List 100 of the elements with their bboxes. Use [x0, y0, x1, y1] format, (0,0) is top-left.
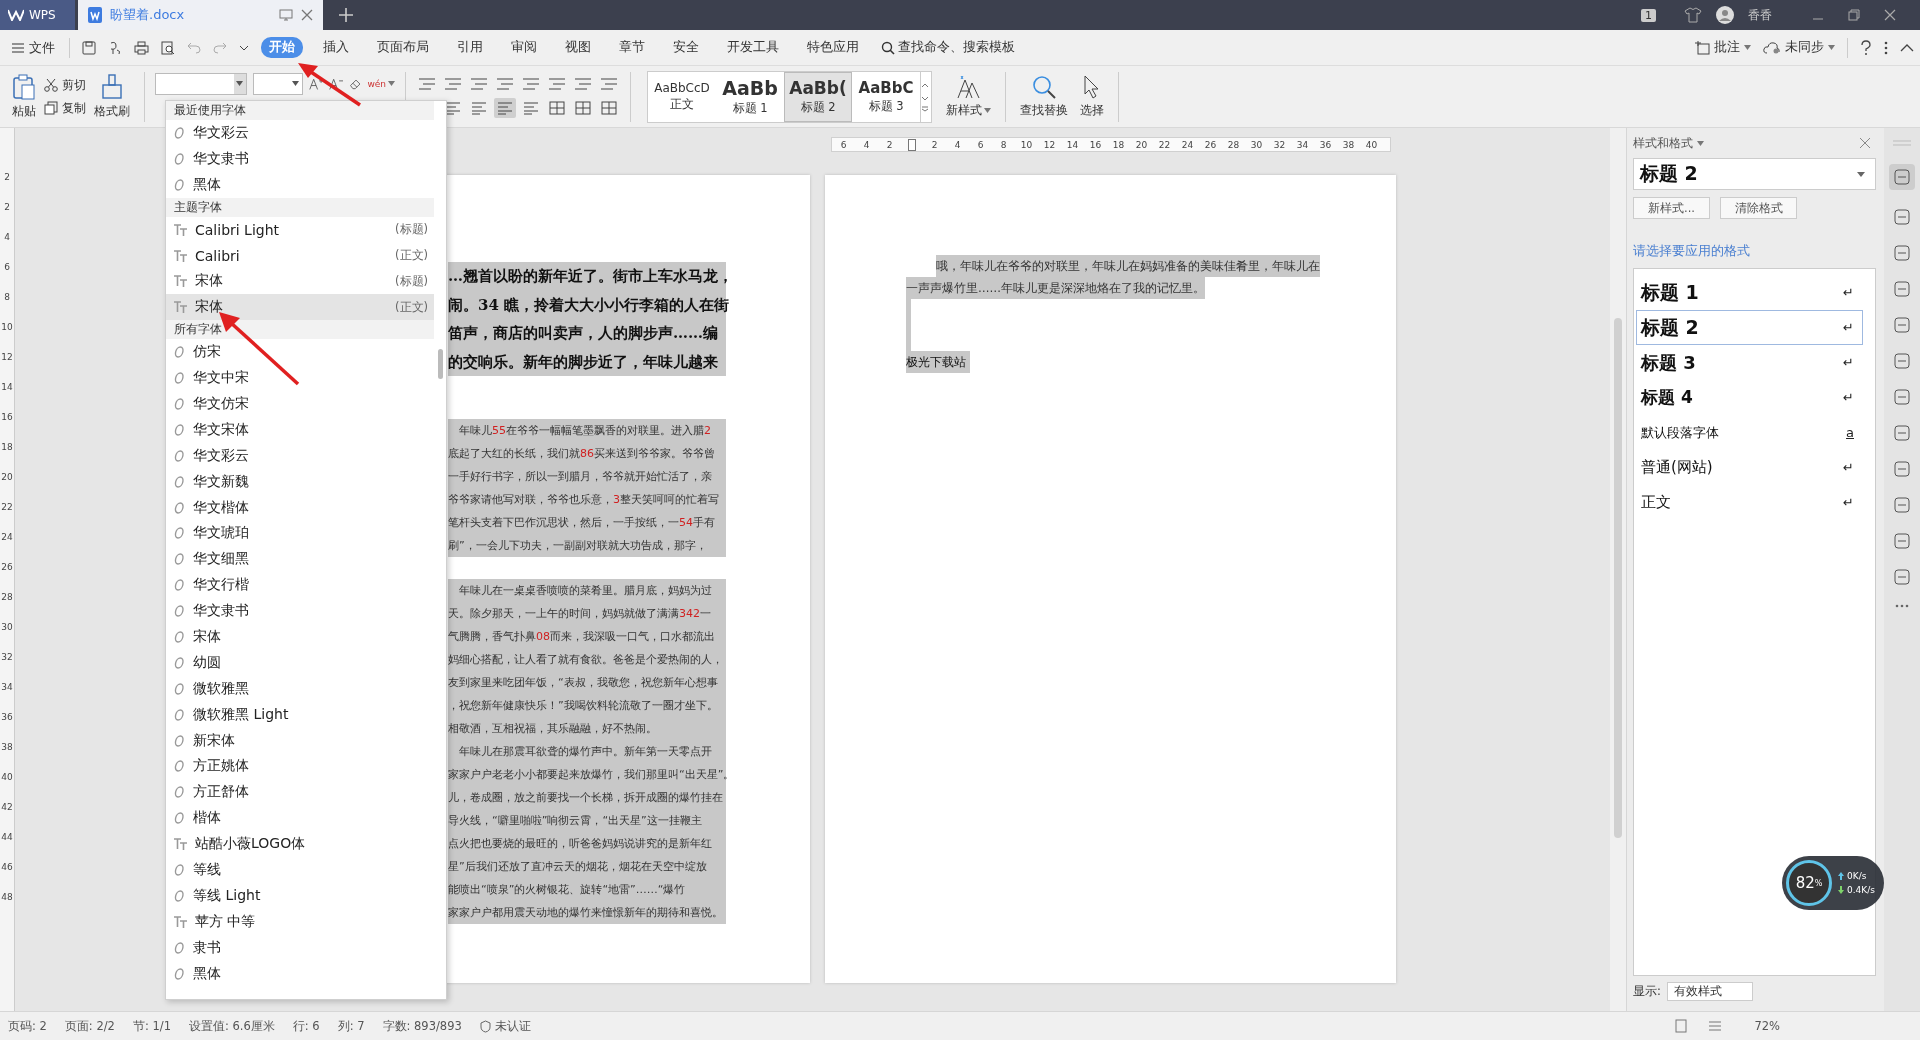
font-option[interactable]: 华文隶书 — [166, 598, 434, 625]
font-option[interactable]: 等线 Light — [166, 882, 434, 909]
restore-icon[interactable] — [1848, 9, 1860, 21]
style-preset[interactable]: AaBbC 标题 3 — [852, 71, 920, 122]
font-option[interactable]: 华文宋体 — [166, 416, 434, 443]
collapse-icon[interactable] — [1900, 43, 1914, 52]
font-option[interactable]: 微软雅黑 Light — [166, 701, 434, 728]
font-option[interactable]: 华文琥珀 — [166, 520, 434, 547]
panel-title[interactable]: 样式和格式 — [1633, 135, 1693, 151]
scrollbar-thumb[interactable] — [438, 349, 443, 379]
redo-icon[interactable] — [213, 41, 227, 54]
ribbon-tab[interactable]: 审阅 — [503, 37, 545, 58]
print-icon[interactable] — [134, 40, 149, 55]
pinyin-button[interactable]: wén — [367, 78, 395, 89]
style-item[interactable]: 正文 ↵ — [1636, 485, 1863, 520]
style-item[interactable]: 默认段落字体 a — [1636, 415, 1863, 450]
font-option[interactable]: 宋体 — [166, 624, 434, 650]
shirt-icon[interactable] — [1684, 7, 1702, 23]
horizontal-ruler[interactable]: 6 4 2 2 4 6 8 10 12 14 16 18 20 22 24 26 28 30 32 34 36 38 40 — [831, 137, 1391, 152]
sync-button[interactable]: 未同步 — [1763, 39, 1835, 56]
show-dropdown[interactable]: 有效样式 — [1666, 982, 1753, 1001]
indent-marker-icon[interactable] — [908, 138, 916, 151]
style-item[interactable]: 标题 2 ↵ — [1636, 310, 1863, 345]
format-painter-button[interactable]: 格式刷 — [90, 71, 134, 122]
new-style-button[interactable]: 新样式 — [942, 72, 995, 121]
font-option[interactable]: 华文行楷 — [166, 572, 434, 599]
font-option[interactable]: 新宋体 — [166, 727, 434, 754]
justify-button[interactable] — [494, 97, 516, 118]
ribbon-tab[interactable]: 页面布局 — [369, 37, 437, 58]
monitor-icon[interactable] — [279, 9, 293, 21]
select-button[interactable]: 选择 — [1076, 72, 1108, 121]
font-option[interactable]: 华文仿宋 — [166, 391, 434, 417]
copy-button[interactable]: 复制 — [44, 99, 86, 117]
ribbon-tab[interactable]: 插入 — [315, 37, 357, 58]
font-option[interactable]: 幼圆 — [166, 649, 434, 676]
comment-button[interactable]: 批注 — [1695, 39, 1751, 56]
font-option[interactable]: 华文新魏 — [166, 468, 434, 495]
ribbon-tab[interactable]: 开发工具 — [719, 37, 787, 58]
command-search[interactable]: 查找命令、搜索模板 — [881, 39, 1015, 56]
font-option[interactable]: Calibri Light (标题) — [166, 216, 434, 243]
font-option[interactable]: 楷体 — [166, 805, 434, 832]
more-icon[interactable] — [1884, 40, 1888, 55]
font-option[interactable]: 等线 — [166, 857, 434, 883]
font-option[interactable]: 华文楷体 — [166, 494, 434, 521]
font-option[interactable]: 方正姚体 — [166, 753, 434, 780]
style-preset[interactable]: AaBb( 标题 2 — [784, 71, 852, 122]
gallery-scroll-icon[interactable] — [921, 81, 929, 112]
new-tab-icon[interactable] — [339, 8, 353, 22]
undo-icon[interactable] — [187, 41, 201, 54]
user-name[interactable]: 香香 — [1748, 6, 1772, 24]
font-option[interactable]: 华文细黑 — [166, 546, 434, 573]
font-option[interactable]: 站酷小薇LOGO体 — [166, 831, 434, 858]
more-icon[interactable] — [1895, 604, 1909, 608]
current-style-field[interactable]: 标题 2 — [1633, 158, 1876, 190]
close-icon[interactable] — [1884, 9, 1896, 21]
font-option[interactable]: 微软雅黑 — [166, 675, 434, 702]
network-speed-widget[interactable]: 82% 0K/s 0.4K/s — [1782, 856, 1884, 910]
zoom-level[interactable]: 72% — [1754, 1019, 1780, 1033]
close-icon[interactable] — [301, 9, 313, 21]
font-option[interactable]: 华文中宋 — [166, 365, 434, 391]
ribbon-tab[interactable]: 章节 — [611, 37, 653, 58]
scrollbar-thumb[interactable] — [1614, 318, 1622, 838]
style-item[interactable]: 标题 3 ↵ — [1636, 345, 1863, 380]
document-tab[interactable]: 盼望着.docx — [78, 0, 323, 30]
font-option[interactable]: Calibri (正文) — [166, 242, 434, 269]
font-option[interactable]: 宋体 (标题) — [166, 268, 434, 295]
auth-status[interactable]: 未认证 — [494, 1018, 531, 1034]
cut-button[interactable]: 剪切 — [44, 76, 86, 94]
ribbon-tab[interactable]: 特色应用 — [799, 37, 867, 58]
save-icon[interactable] — [82, 40, 96, 55]
font-option[interactable]: 宋体 (正文) — [166, 294, 434, 321]
ribbon-tab[interactable]: 视图 — [557, 37, 599, 58]
print-preview-icon[interactable] — [161, 40, 175, 55]
clear-format-button[interactable]: 清除格式 — [1720, 197, 1797, 219]
caret-icon[interactable] — [1697, 140, 1704, 146]
app-tab[interactable]: WPS — [0, 0, 75, 30]
font-option[interactable]: 华文彩云 — [166, 442, 434, 469]
font-option[interactable]: 黑体 — [166, 960, 434, 987]
avatar-icon[interactable] — [1716, 6, 1734, 24]
font-option[interactable]: 苹方 中等 — [166, 908, 434, 935]
font-size-field[interactable] — [252, 72, 303, 95]
ribbon-tab[interactable]: 安全 — [665, 37, 707, 58]
font-option[interactable]: 方正舒体 — [166, 779, 434, 806]
font-option[interactable]: 黑体 — [166, 171, 434, 198]
style-item[interactable]: 标题 4 ↵ — [1636, 380, 1863, 415]
paste-button[interactable]: 粘贴 — [8, 71, 40, 122]
caret-icon[interactable] — [239, 43, 249, 52]
close-icon[interactable] — [1860, 138, 1870, 148]
file-menu[interactable]: 文件 — [12, 38, 55, 57]
new-style-button[interactable]: 新样式... — [1633, 197, 1710, 219]
style-item[interactable]: 标题 1 ↵ — [1636, 275, 1863, 310]
ribbon-tab[interactable]: 引用 — [449, 37, 491, 58]
font-option[interactable]: 隶书 — [166, 934, 434, 961]
font-option[interactable]: 华文彩云 — [166, 120, 434, 146]
font-option[interactable]: 仿宋 — [166, 339, 434, 366]
style-preset[interactable]: AaBbCcD 正文 — [648, 71, 716, 122]
font-name-field[interactable] — [155, 72, 247, 95]
window-count-badge[interactable]: 1 — [1641, 8, 1656, 22]
scrollbar[interactable] — [1610, 128, 1626, 1011]
output-icon[interactable] — [108, 40, 122, 55]
